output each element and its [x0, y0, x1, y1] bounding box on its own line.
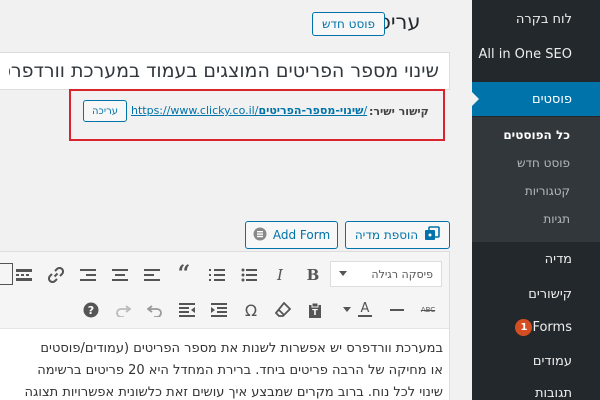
bulleted-list-icon[interactable]: [238, 264, 260, 286]
submenu-item-label: כל הפוסטים: [503, 128, 570, 142]
sidebar-item-dashboard[interactable]: לוח בקרה: [472, 2, 600, 36]
sidebar-item-label: פוסטים: [531, 91, 572, 107]
special-character-icon[interactable]: Ω: [240, 299, 262, 321]
format-select-value: פיסקה רגילה: [371, 267, 433, 281]
submenu-item-label: קטגוריות: [524, 184, 570, 198]
sidebar-item-label: מדיה: [544, 251, 572, 267]
sidebar-item-comments[interactable]: תגובות: [472, 376, 600, 400]
align-right-icon[interactable]: [141, 264, 163, 286]
sidebar-item-label: All in One SEO: [478, 46, 572, 62]
help-icon[interactable]: ?: [80, 299, 102, 321]
blockquote-icon[interactable]: “: [173, 261, 195, 287]
submenu-item-tags[interactable]: תגיות: [472, 207, 600, 231]
content-line: שינוי לכל נוח. ברוב מקרים שמבצע איך עושי…: [24, 385, 443, 400]
post-title-input[interactable]: [0, 52, 450, 90]
sidebar-item-label: תגובות: [534, 385, 572, 400]
redo-icon[interactable]: [112, 299, 134, 321]
permalink-slug: שינוי-מספר-הפריטים: [258, 104, 364, 117]
paragraph-format-select[interactable]: פיסקה רגילה: [330, 261, 442, 287]
content-line: במערכת וורדפרס יש אפשרות לשנות את מספר ה…: [40, 341, 443, 356]
submenu-item-categories[interactable]: קטגוריות: [472, 179, 600, 203]
horizontal-line-icon[interactable]: [386, 299, 408, 321]
editor-content[interactable]: במערכת וורדפרס יש אפשרות לשנות את מספר ה…: [0, 330, 449, 400]
link-icon[interactable]: [45, 264, 67, 286]
media-icon: [424, 225, 440, 245]
add-media-label: הוספת מדיה: [354, 228, 419, 242]
submenu-item-label: תגיות: [543, 212, 570, 226]
permalink-base: https://www.clicky.co.il/: [131, 104, 259, 117]
sidebar-item-seo[interactable]: All in One SEO: [472, 37, 600, 71]
add-form-button[interactable]: Add Form: [245, 221, 338, 249]
submenu-item-all-posts[interactable]: כל הפוסטים: [472, 123, 600, 147]
clear-formatting-icon[interactable]: [272, 299, 294, 321]
permalink-tail: /: [363, 104, 368, 117]
notification-badge: 1: [515, 318, 533, 336]
editor-toolbar: פיסקה רגילה B I “ ABC A T Ω ?: [0, 252, 449, 329]
sidebar-item-posts[interactable]: פוסטים: [472, 82, 600, 116]
form-icon: [253, 227, 267, 244]
sidebar-item-links[interactable]: קישורים: [472, 277, 600, 311]
chevron-down-icon: [339, 271, 347, 276]
add-new-post-button[interactable]: פוסט חדש: [312, 12, 385, 36]
permalink-link[interactable]: https://www.clicky.co.il/שינוי-מספר-הפרי…: [131, 104, 367, 117]
bold-icon[interactable]: B: [302, 264, 324, 286]
read-more-icon[interactable]: [13, 264, 35, 286]
undo-icon[interactable]: [144, 299, 166, 321]
sidebar-item-pages[interactable]: עמודים: [472, 344, 600, 378]
submenu-item-new-post[interactable]: פוסט חדש: [472, 151, 600, 175]
content-line: או מחיקה של הרבה פריטים ביחד. ברירת המחד…: [37, 363, 443, 378]
posts-submenu: כל הפוסטים פוסט חדש קטגוריות תגיות: [472, 117, 600, 242]
svg-text:T: T: [312, 308, 318, 317]
numbered-list-icon[interactable]: [206, 264, 228, 286]
sidebar-item-label: לוח בקרה: [515, 11, 572, 27]
add-form-label: Add Form: [272, 228, 331, 242]
add-media-button[interactable]: הוספת מדיה: [345, 221, 450, 249]
caret-down-icon[interactable]: [336, 299, 358, 321]
edit-permalink-button[interactable]: עריכה: [83, 100, 127, 122]
align-center-icon[interactable]: [109, 264, 131, 286]
permalink-box: קישור ישיר: https://www.clicky.co.il/שינ…: [69, 89, 445, 141]
paste-as-text-icon[interactable]: T: [304, 299, 326, 321]
svg-text:A: A: [361, 301, 370, 316]
sidebar-item-forms[interactable]: Forms 1: [472, 310, 600, 344]
svg-text:?: ?: [88, 304, 94, 317]
italic-icon[interactable]: I: [269, 264, 291, 286]
post-editor: פיסקה רגילה B I “ ABC A T Ω ? במערכת וור…: [0, 251, 450, 400]
strikethrough-icon[interactable]: ABC: [417, 299, 439, 321]
indent-icon[interactable]: [208, 299, 230, 321]
admin-sidebar: לוח בקרה All in One SEO פוסטים כל הפוסטי…: [472, 0, 600, 400]
sidebar-item-label: Forms: [532, 319, 572, 335]
sidebar-item-label: קישורים: [528, 286, 572, 302]
toolbar-toggle-icon[interactable]: [0, 263, 13, 285]
outdent-icon[interactable]: [176, 299, 198, 321]
permalink-label: קישור ישיר:: [369, 105, 429, 118]
submenu-item-label: פוסט חדש: [516, 156, 570, 170]
sidebar-item-media[interactable]: מדיה: [472, 242, 600, 276]
align-left-icon[interactable]: [77, 264, 99, 286]
sidebar-item-label: עמודים: [532, 353, 572, 369]
